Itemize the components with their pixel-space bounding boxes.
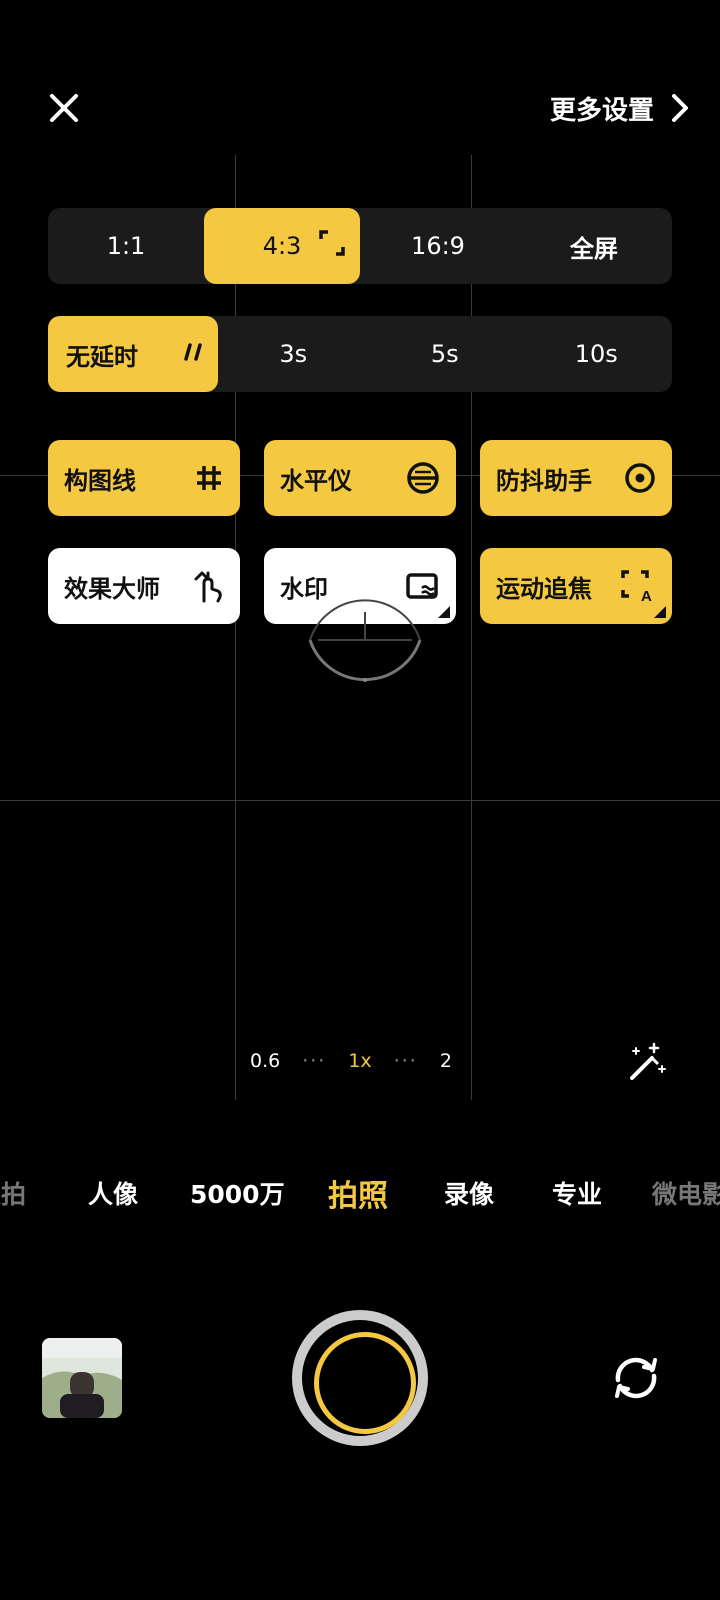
mode-micro-movie[interactable]: 微电影 [652, 1175, 720, 1211]
zoom-option[interactable]: 2 [440, 1050, 452, 1072]
gallery-thumbnail[interactable] [42, 1338, 122, 1418]
level-icon [406, 461, 440, 495]
gallery-preview-image [42, 1338, 122, 1418]
more-settings-button[interactable]: 更多设置 [550, 84, 692, 132]
timer-option-10s[interactable]: 10s [521, 316, 673, 392]
timer-option-3s[interactable]: 3s [218, 316, 370, 392]
mode-pro[interactable]: 专业 [552, 1175, 602, 1211]
fullscreen-corners-icon [318, 229, 346, 263]
aspect-ratio-selector: 1:1 4:3 16:9 全屏 [48, 208, 672, 284]
effects-master-toggle[interactable]: 效果大师 [48, 548, 240, 624]
switch-camera-icon [615, 1357, 657, 1399]
level-indicator [300, 570, 430, 710]
mode-portrait[interactable]: 人像 [88, 1175, 138, 1211]
aspect-option-16-9[interactable]: 16:9 [360, 208, 516, 284]
chevron-right-icon [672, 94, 688, 122]
quote-marks-icon [183, 340, 204, 368]
stabilize-icon [624, 462, 656, 494]
magic-wand-icon [630, 1042, 666, 1080]
submenu-indicator [438, 606, 450, 618]
more-settings-label: 更多设置 [549, 95, 654, 126]
aspect-option-fullscreen[interactable]: 全屏 [516, 208, 672, 284]
composition-grid-toggle[interactable]: 构图线 [48, 440, 240, 516]
zoom-selector: 0.6 ··· 1x ··· 2 [250, 1050, 452, 1072]
mode-50mp[interactable]: 5000万 [190, 1175, 285, 1211]
timer-selector: 无延时 3s 5s 10s [48, 316, 672, 392]
aspect-option-1-1[interactable]: 1:1 [48, 208, 204, 284]
grid-icon [194, 463, 224, 493]
stabilize-assist-toggle[interactable]: 防抖助手 [480, 440, 672, 516]
grid-line [471, 155, 472, 1100]
timer-option-5s[interactable]: 5s [369, 316, 521, 392]
zoom-option-selected[interactable]: 1x [348, 1050, 371, 1072]
submenu-indicator [654, 606, 666, 618]
mode-snapshot[interactable]: 抓拍 [0, 1175, 26, 1211]
zoom-dots: ··· [393, 1050, 418, 1072]
shutter-inner [302, 1320, 418, 1436]
mode-video[interactable]: 录像 [444, 1175, 494, 1211]
close-button[interactable] [40, 84, 88, 132]
motion-focus-icon: A [620, 569, 656, 603]
timer-option-none[interactable]: 无延时 [48, 316, 218, 392]
motion-focus-toggle[interactable]: 运动追焦 A [480, 548, 672, 624]
switch-camera-button[interactable] [608, 1350, 664, 1406]
svg-text:A: A [641, 588, 652, 603]
magic-effects-button[interactable] [624, 1040, 668, 1084]
mode-selector: 抓拍 人像 5000万 拍照 录像 专业 微电影 [0, 1175, 720, 1225]
grid-line [0, 800, 720, 801]
gesture-icon [192, 569, 224, 603]
grid-line [235, 155, 236, 1100]
aspect-option-4-3[interactable]: 4:3 [204, 208, 360, 284]
shutter-button[interactable] [292, 1310, 428, 1446]
shutter-ring [314, 1332, 416, 1434]
level-toggle[interactable]: 水平仪 [264, 440, 456, 516]
close-icon [50, 94, 78, 122]
zoom-option[interactable]: 0.6 [250, 1050, 280, 1072]
mode-photo[interactable]: 拍照 [328, 1171, 388, 1215]
zoom-dots: ··· [302, 1050, 327, 1072]
